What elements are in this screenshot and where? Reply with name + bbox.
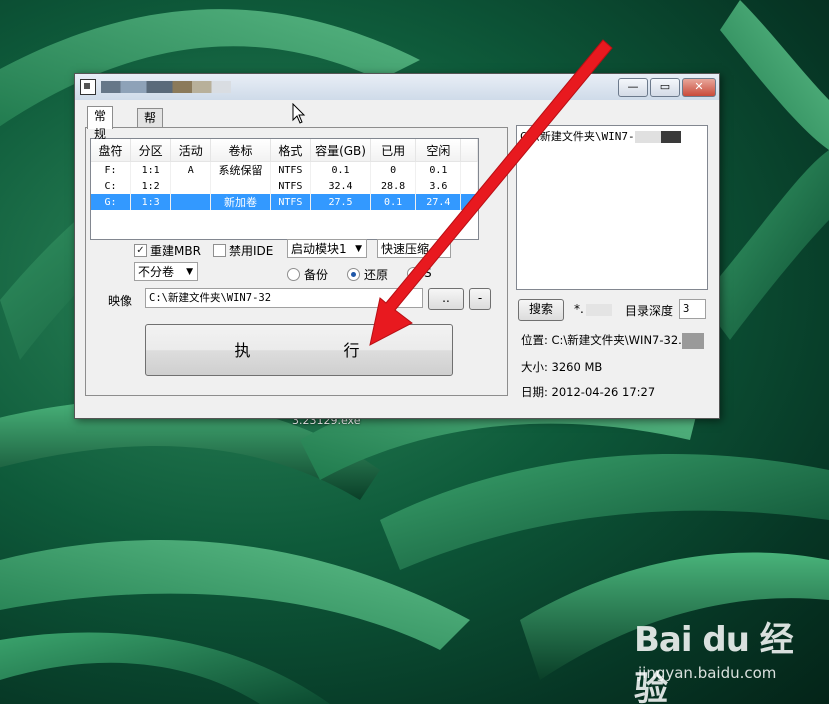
redacted-block — [660, 131, 681, 143]
tab-general[interactable]: 常规 — [87, 106, 114, 141]
cell: 0.1 — [310, 161, 371, 178]
col-header-used[interactable]: 已用 — [370, 139, 417, 162]
size-info: 大小: 3260 MB — [521, 360, 603, 374]
list-item-text: C:\新建文件夹\WIN7- — [520, 130, 635, 143]
table-row-selected[interactable]: G: 1:3 新加卷 NTFS 27.5 0.1 27.4 — [91, 194, 478, 210]
maximize-button[interactable]: ▭ — [650, 78, 680, 97]
table-row[interactable]: F: 1:1 A 系统保留 NTFS 0.1 0 0.1 — [91, 161, 478, 178]
backup-radio[interactable]: 备份 — [287, 266, 328, 283]
cell: 27.4 — [415, 194, 462, 210]
radio-on-icon — [347, 268, 360, 281]
cell: 新加卷 — [210, 194, 271, 210]
depth-label: 目录深度 — [625, 304, 674, 318]
split-value: 不分卷 — [138, 265, 175, 279]
col-header-active[interactable]: 活动 — [170, 139, 212, 162]
cell: 3.6 — [415, 178, 462, 194]
checkbox-empty-icon — [213, 244, 226, 257]
cell: 0.1 — [370, 194, 417, 210]
location-text: 位置: C:\新建文件夹\WIN7-32. — [521, 333, 682, 347]
disable-ide-checkbox[interactable]: 禁用IDE — [213, 242, 273, 259]
col-header-partition[interactable]: 分区 — [130, 139, 172, 162]
restore-label: 还原 — [364, 268, 389, 282]
minimize-button[interactable]: — — [618, 78, 648, 97]
mouse-pointer-icon — [292, 103, 306, 124]
redacted-block — [681, 332, 704, 349]
cell: 1:3 — [130, 194, 172, 210]
checkmark-icon: ✓ — [134, 244, 147, 257]
app-icon[interactable] — [80, 79, 96, 95]
baidu-watermark: Bai du 经验 jingyan.baidu.com — [634, 612, 824, 704]
file-pattern[interactable]: *. — [574, 302, 612, 316]
list-item[interactable]: C:\新建文件夹\WIN7- — [520, 128, 681, 144]
compression-value: 快速压缩 — [381, 242, 430, 256]
cell: 27.5 — [310, 194, 371, 210]
cell: G: — [91, 194, 132, 210]
cell: C: — [91, 178, 132, 194]
file-pattern-text: *. — [574, 302, 584, 316]
cell-filler — [460, 178, 478, 194]
cell: A — [170, 161, 212, 178]
cell: NTFS — [270, 194, 312, 210]
cell: NTFS — [270, 161, 312, 178]
chevron-down-icon: ▼ — [355, 244, 362, 254]
baidu-url: jingyan.baidu.com — [638, 664, 777, 682]
split-select[interactable]: 不分卷 ▼ — [134, 262, 198, 281]
title-bar[interactable]: — ▭ ✕ — [75, 74, 719, 100]
depth-input[interactable]: 3 — [679, 299, 706, 319]
boot-module-value: 启动模块1 — [291, 242, 347, 256]
compression-select[interactable]: 快速压缩 — [377, 239, 451, 258]
image-path-input[interactable]: C:\新建文件夹\WIN7-32 — [145, 288, 423, 308]
rebuild-mbr-checkbox[interactable]: ✓ 重建MBR — [134, 242, 201, 259]
table-header: 盘符 分区 活动 卷标 格式 容量(GB) 已用 空闲 — [91, 139, 478, 162]
cell: 0.1 — [415, 161, 462, 178]
col-header-format[interactable]: 格式 — [270, 139, 312, 162]
chevron-down-icon: ▼ — [186, 267, 193, 277]
window-title-redacted — [101, 81, 231, 93]
partition-table[interactable]: 盘符 分区 活动 卷标 格式 容量(GB) 已用 空闲 F: 1:1 A 系统保… — [90, 138, 479, 240]
col-header-free[interactable]: 空闲 — [415, 139, 462, 162]
table-row[interactable]: C: 1:2 NTFS 32.4 28.8 3.6 — [91, 178, 478, 194]
image-file-list[interactable]: C:\新建文件夹\WIN7- — [516, 125, 708, 290]
col-header-capacity[interactable]: 容量(GB) — [310, 139, 371, 162]
radio-off-icon — [407, 266, 420, 280]
third-mode-label: S — [424, 266, 432, 280]
close-button[interactable]: ✕ — [682, 78, 716, 97]
cell: 系统保留 — [210, 161, 271, 178]
cell: 28.8 — [370, 178, 417, 194]
cell — [170, 194, 212, 210]
cell-filler — [460, 194, 478, 210]
image-label: 映像 — [108, 294, 133, 308]
cell-filler — [460, 161, 478, 178]
cell: NTFS — [270, 178, 312, 194]
browse-button[interactable]: .. — [428, 288, 464, 310]
cell: 1:1 — [130, 161, 172, 178]
radio-off-icon — [287, 268, 300, 281]
cell: 1:2 — [130, 178, 172, 194]
col-header-filler — [460, 139, 478, 162]
tab-help[interactable]: 帮助 — [137, 108, 164, 143]
cell: 0 — [370, 161, 417, 178]
col-header-label[interactable]: 卷标 — [210, 139, 271, 162]
minus-button[interactable]: - — [469, 288, 491, 310]
location-info: 位置: C:\新建文件夹\WIN7-32. — [521, 332, 704, 349]
redacted-block — [634, 131, 661, 143]
cell: F: — [91, 161, 132, 178]
search-button[interactable]: 搜索 — [518, 299, 564, 321]
baidu-logo: Bai du 经验 — [634, 620, 794, 704]
redacted-block — [585, 303, 612, 316]
third-mode-radio[interactable]: S — [407, 266, 432, 280]
boot-module-select[interactable]: 启动模块1 ▼ — [287, 239, 367, 258]
cell — [170, 178, 212, 194]
date-info: 日期: 2012-04-26 17:27 — [521, 385, 656, 399]
execute-button[interactable]: 执 行 — [145, 324, 453, 376]
app-window: — ▭ ✕ 常规 帮助 盘符 分区 活动 卷标 格式 容量(GB) 已用 空闲 … — [74, 73, 720, 419]
disable-ide-label: 禁用IDE — [229, 244, 274, 258]
restore-radio[interactable]: 还原 — [347, 266, 388, 283]
rebuild-mbr-label: 重建MBR — [150, 244, 201, 258]
backup-label: 备份 — [304, 268, 329, 282]
cell: 32.4 — [310, 178, 371, 194]
cell — [210, 178, 271, 194]
